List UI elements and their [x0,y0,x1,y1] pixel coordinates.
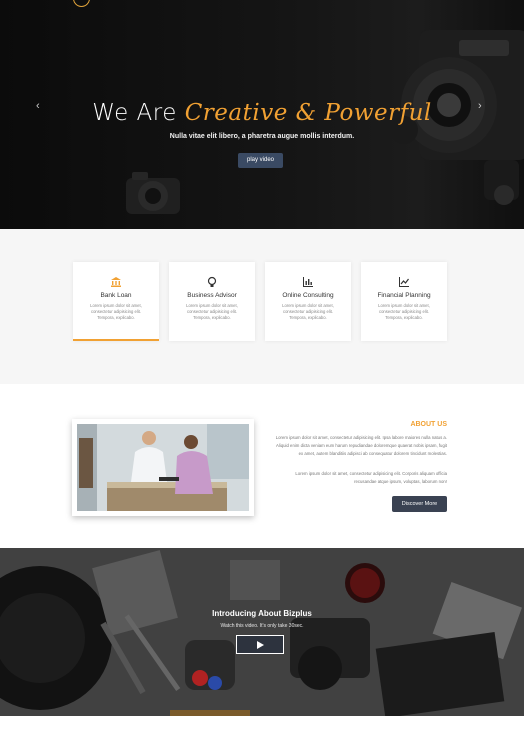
video-title: Introducing About Bizplus [212,609,312,618]
play-video-button[interactable]: play video [238,153,283,168]
play-icon [257,641,264,649]
service-description: Lorem ipsum dolor sit amet, consectetur … [186,303,238,320]
service-title: Financial Planning [377,292,431,299]
about-photo-frame [72,419,254,516]
office-meeting-image [77,424,249,511]
service-description: Lorem ipsum dolor sit amet, consectetur … [90,303,142,320]
about-paragraph-2: Lorem ipsum dolor sit amet, consectetur … [295,471,447,484]
hero-subtitle: Nulla vitae elit libero, a pharetra augu… [169,133,355,140]
service-card-bank-loan[interactable]: Bank Loan Lorem ipsum dolor sit amet, co… [73,262,159,341]
footer-strip [0,716,524,746]
about-title: ABOUT US [410,421,447,428]
line-chart-icon [399,277,409,287]
hero-title: We Are Creative & Powerful [0,100,524,126]
video-play-button[interactable] [236,635,284,654]
video-section: Introducing About Bizplus Watch this vid… [0,548,524,716]
services-section: Bank Loan Lorem ipsum dolor sit amet, co… [0,229,524,384]
small-camera-image [126,172,180,214]
video-subtitle: Watch this video. It's only take 30sec. [220,623,304,629]
logo-icon[interactable] [73,0,90,7]
service-title: Bank Loan [100,292,132,299]
service-description: Lorem ipsum dolor sit amet, consectetur … [282,303,334,320]
service-title: Online Consulting [282,292,334,299]
service-description: Lorem ipsum dolor sit amet, consectetur … [378,303,430,320]
about-paragraph-1: Lorem ipsum dolor sit amet, consectetur … [275,435,447,456]
hero-title-plain: We Are [92,100,185,126]
lightbulb-icon [207,276,217,287]
service-title: Business Advisor [187,292,237,299]
service-card-business-advisor[interactable]: Business Advisor Lorem ipsum dolor sit a… [169,262,255,341]
service-card-online-consulting[interactable]: Online Consulting Lorem ipsum dolor sit … [265,262,351,341]
hero-banner: ‹ › We Are Creative & Powerful Nulla vit… [0,0,524,229]
service-card-financial-planning[interactable]: Financial Planning Lorem ipsum dolor sit… [361,262,447,341]
desk-background-image [0,548,524,716]
about-section: ABOUT US Lorem ipsum dolor sit amet, con… [0,384,524,548]
hero-title-accent: Creative & Powerful [184,100,432,126]
bar-chart-icon [303,277,313,287]
discover-more-button[interactable]: Discover More [392,496,447,512]
bank-icon [111,277,121,287]
